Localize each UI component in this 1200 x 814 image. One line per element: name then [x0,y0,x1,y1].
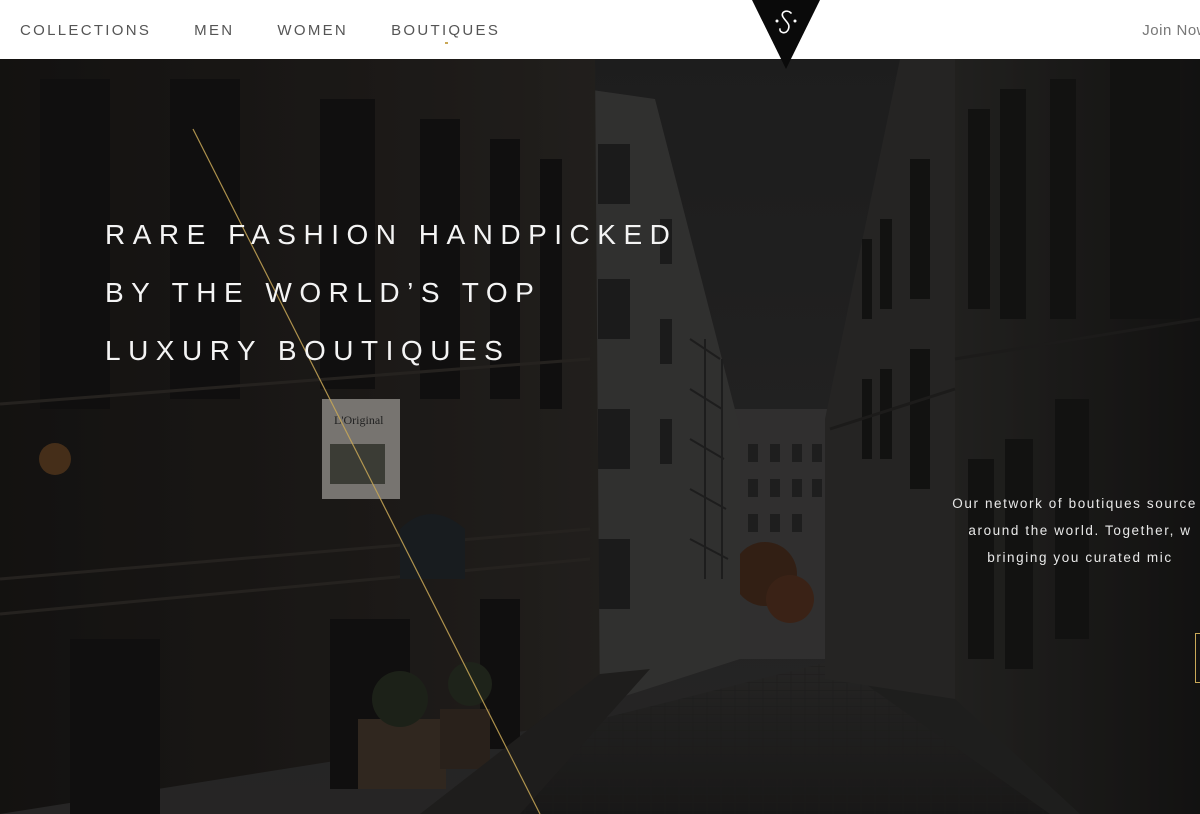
nav-women[interactable]: WOMEN [277,22,348,39]
hero-title-line: LUXURY BOUTIQUES [105,335,511,366]
hero-description-line: Our network of boutiques source t [952,496,1200,511]
nav-men[interactable]: MEN [194,22,234,39]
s-monogram-logo-icon[interactable] [750,0,822,70]
hero-description-line: bringing you curated mic [987,550,1173,565]
hero-title-line: RARE FASHION HANDPICKED [105,219,678,250]
hero-description-line: around the world. Together, w [968,523,1192,538]
hero-title: RARE FASHION HANDPICKED BY THE WORLD’S T… [105,206,677,380]
hero-cta-button[interactable] [1195,633,1200,683]
join-now-link[interactable]: Join Now [1142,22,1200,39]
site-header: COLLECTIONS MEN WOMEN BOUTIQUES Join Now [0,0,1200,59]
hero-description: Our network of boutiques source t around… [870,490,1200,571]
hero-section: L'Original RARE FASHION HANDPICKED BY TH… [0,59,1200,814]
hero-background-image: L'Original [0,59,1200,814]
nav-collections[interactable]: COLLECTIONS [20,22,151,39]
nav-boutiques[interactable]: BOUTIQUES [391,22,500,44]
hero-title-line: BY THE WORLD’S TOP [105,277,542,308]
main-nav: COLLECTIONS MEN WOMEN BOUTIQUES [20,0,500,59]
